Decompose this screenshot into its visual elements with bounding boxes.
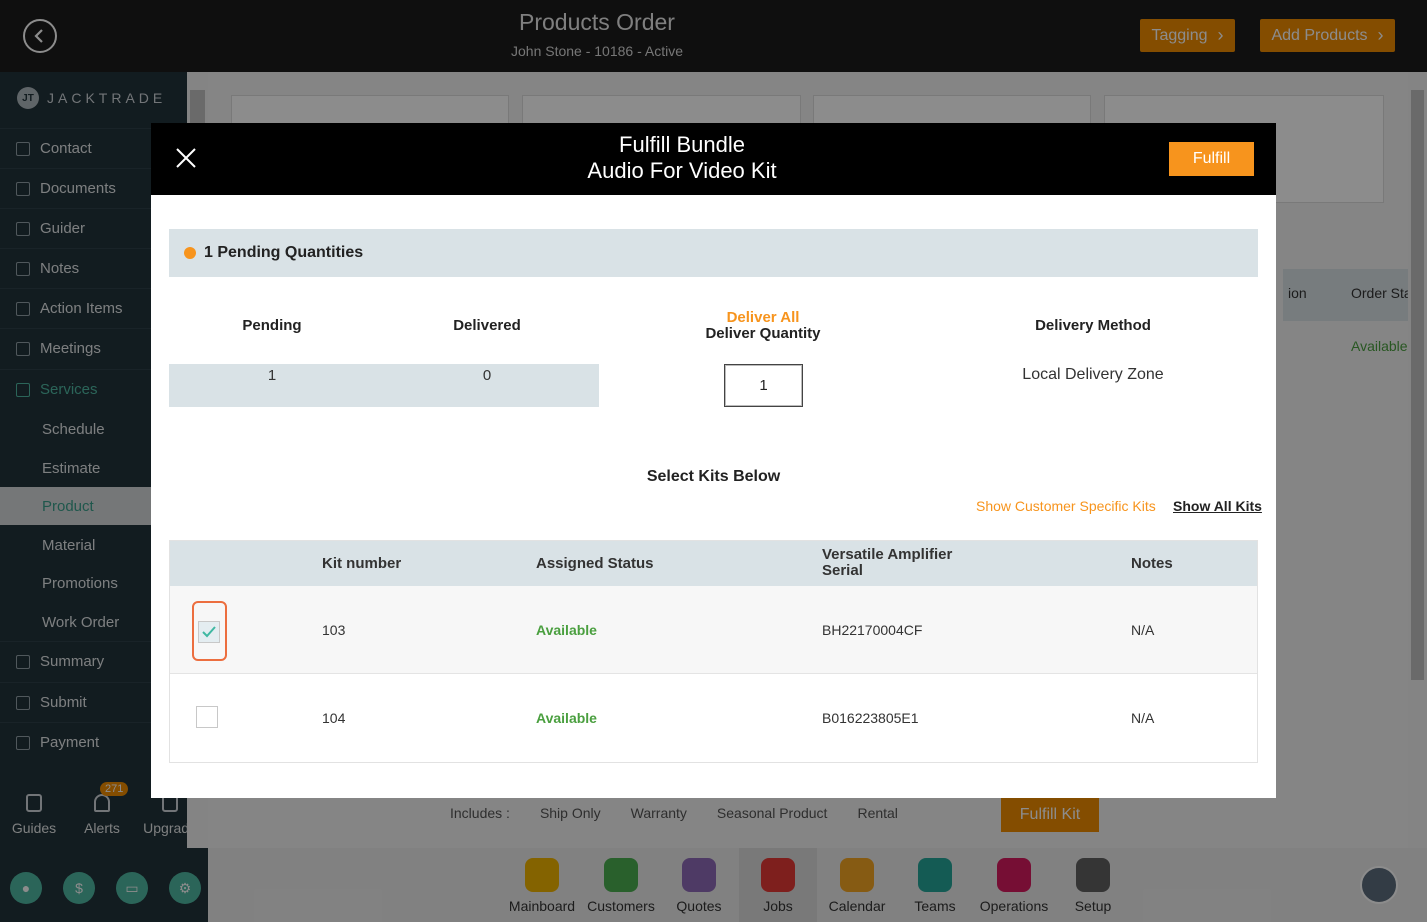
kit-number-cell: 104 <box>322 710 346 726</box>
pending-value: 1 <box>267 367 277 384</box>
notes-cell: N/A <box>1131 622 1155 638</box>
quantity-row <box>169 364 599 407</box>
fulfill-button[interactable]: Fulfill <box>1169 142 1254 176</box>
serial-cell: B016223805E1 <box>822 710 919 726</box>
delivery-method-value: Local Delivery Zone <box>1022 366 1164 383</box>
kit-table-header: Kit number Assigned Status Versatile Amp… <box>170 541 1257 586</box>
serial-header-line1: Versatile Amplifier <box>822 546 953 563</box>
kit-number-header: Kit number <box>322 555 402 572</box>
checkmark-icon <box>202 626 216 638</box>
deliver-quantity-input[interactable] <box>724 364 803 407</box>
delivered-value: 0 <box>482 367 492 384</box>
select-kits-heading: Select Kits Below <box>646 468 781 485</box>
table-row[interactable]: 104 Available B016223805E1 N/A <box>170 674 1257 762</box>
modal-title-line2: Audio For Video Kit <box>587 158 777 183</box>
assigned-status-header: Assigned Status <box>536 555 654 572</box>
deliver-all-link[interactable]: Deliver All <box>721 309 805 326</box>
table-row[interactable]: 103 Available BH22170004CF N/A <box>170 586 1257 674</box>
checkbox-highlight <box>192 601 227 661</box>
delivery-method-header: Delivery Method <box>1035 317 1151 334</box>
serial-header-line2: Serial <box>822 562 863 579</box>
pending-quantities-text: 1 Pending Quantities <box>204 244 364 261</box>
status-cell: Available <box>536 622 597 638</box>
pending-quantities-bar: 1 Pending Quantities <box>169 229 1258 277</box>
deliver-quantity-header: Deliver Quantity <box>705 325 821 342</box>
serial-cell: BH22170004CF <box>822 622 923 638</box>
delivered-header: Delivered <box>453 317 521 334</box>
modal-title-line1: Fulfill Bundle <box>619 132 745 157</box>
show-all-kits-link[interactable]: Show All Kits <box>1173 498 1262 514</box>
status-dot-icon <box>184 247 196 259</box>
kit-checkbox-checked[interactable] <box>198 621 220 643</box>
status-cell: Available <box>536 710 597 726</box>
fulfill-bundle-modal: Fulfill Bundle Audio For Video Kit Fulfi… <box>151 123 1276 798</box>
notes-cell: N/A <box>1131 710 1155 726</box>
notes-header: Notes <box>1131 555 1173 572</box>
kit-table: Kit number Assigned Status Versatile Amp… <box>169 540 1258 763</box>
kit-checkbox[interactable] <box>196 706 218 728</box>
kit-number-cell: 103 <box>322 622 346 638</box>
modal-title: Fulfill Bundle Audio For Video Kit <box>151 132 1213 184</box>
show-customer-kits-link[interactable]: Show Customer Specific Kits <box>976 498 1156 514</box>
pending-header: Pending <box>242 317 302 334</box>
serial-header: Versatile Amplifier Serial <box>822 547 952 579</box>
modal-header: Fulfill Bundle Audio For Video Kit Fulfi… <box>151 123 1276 195</box>
